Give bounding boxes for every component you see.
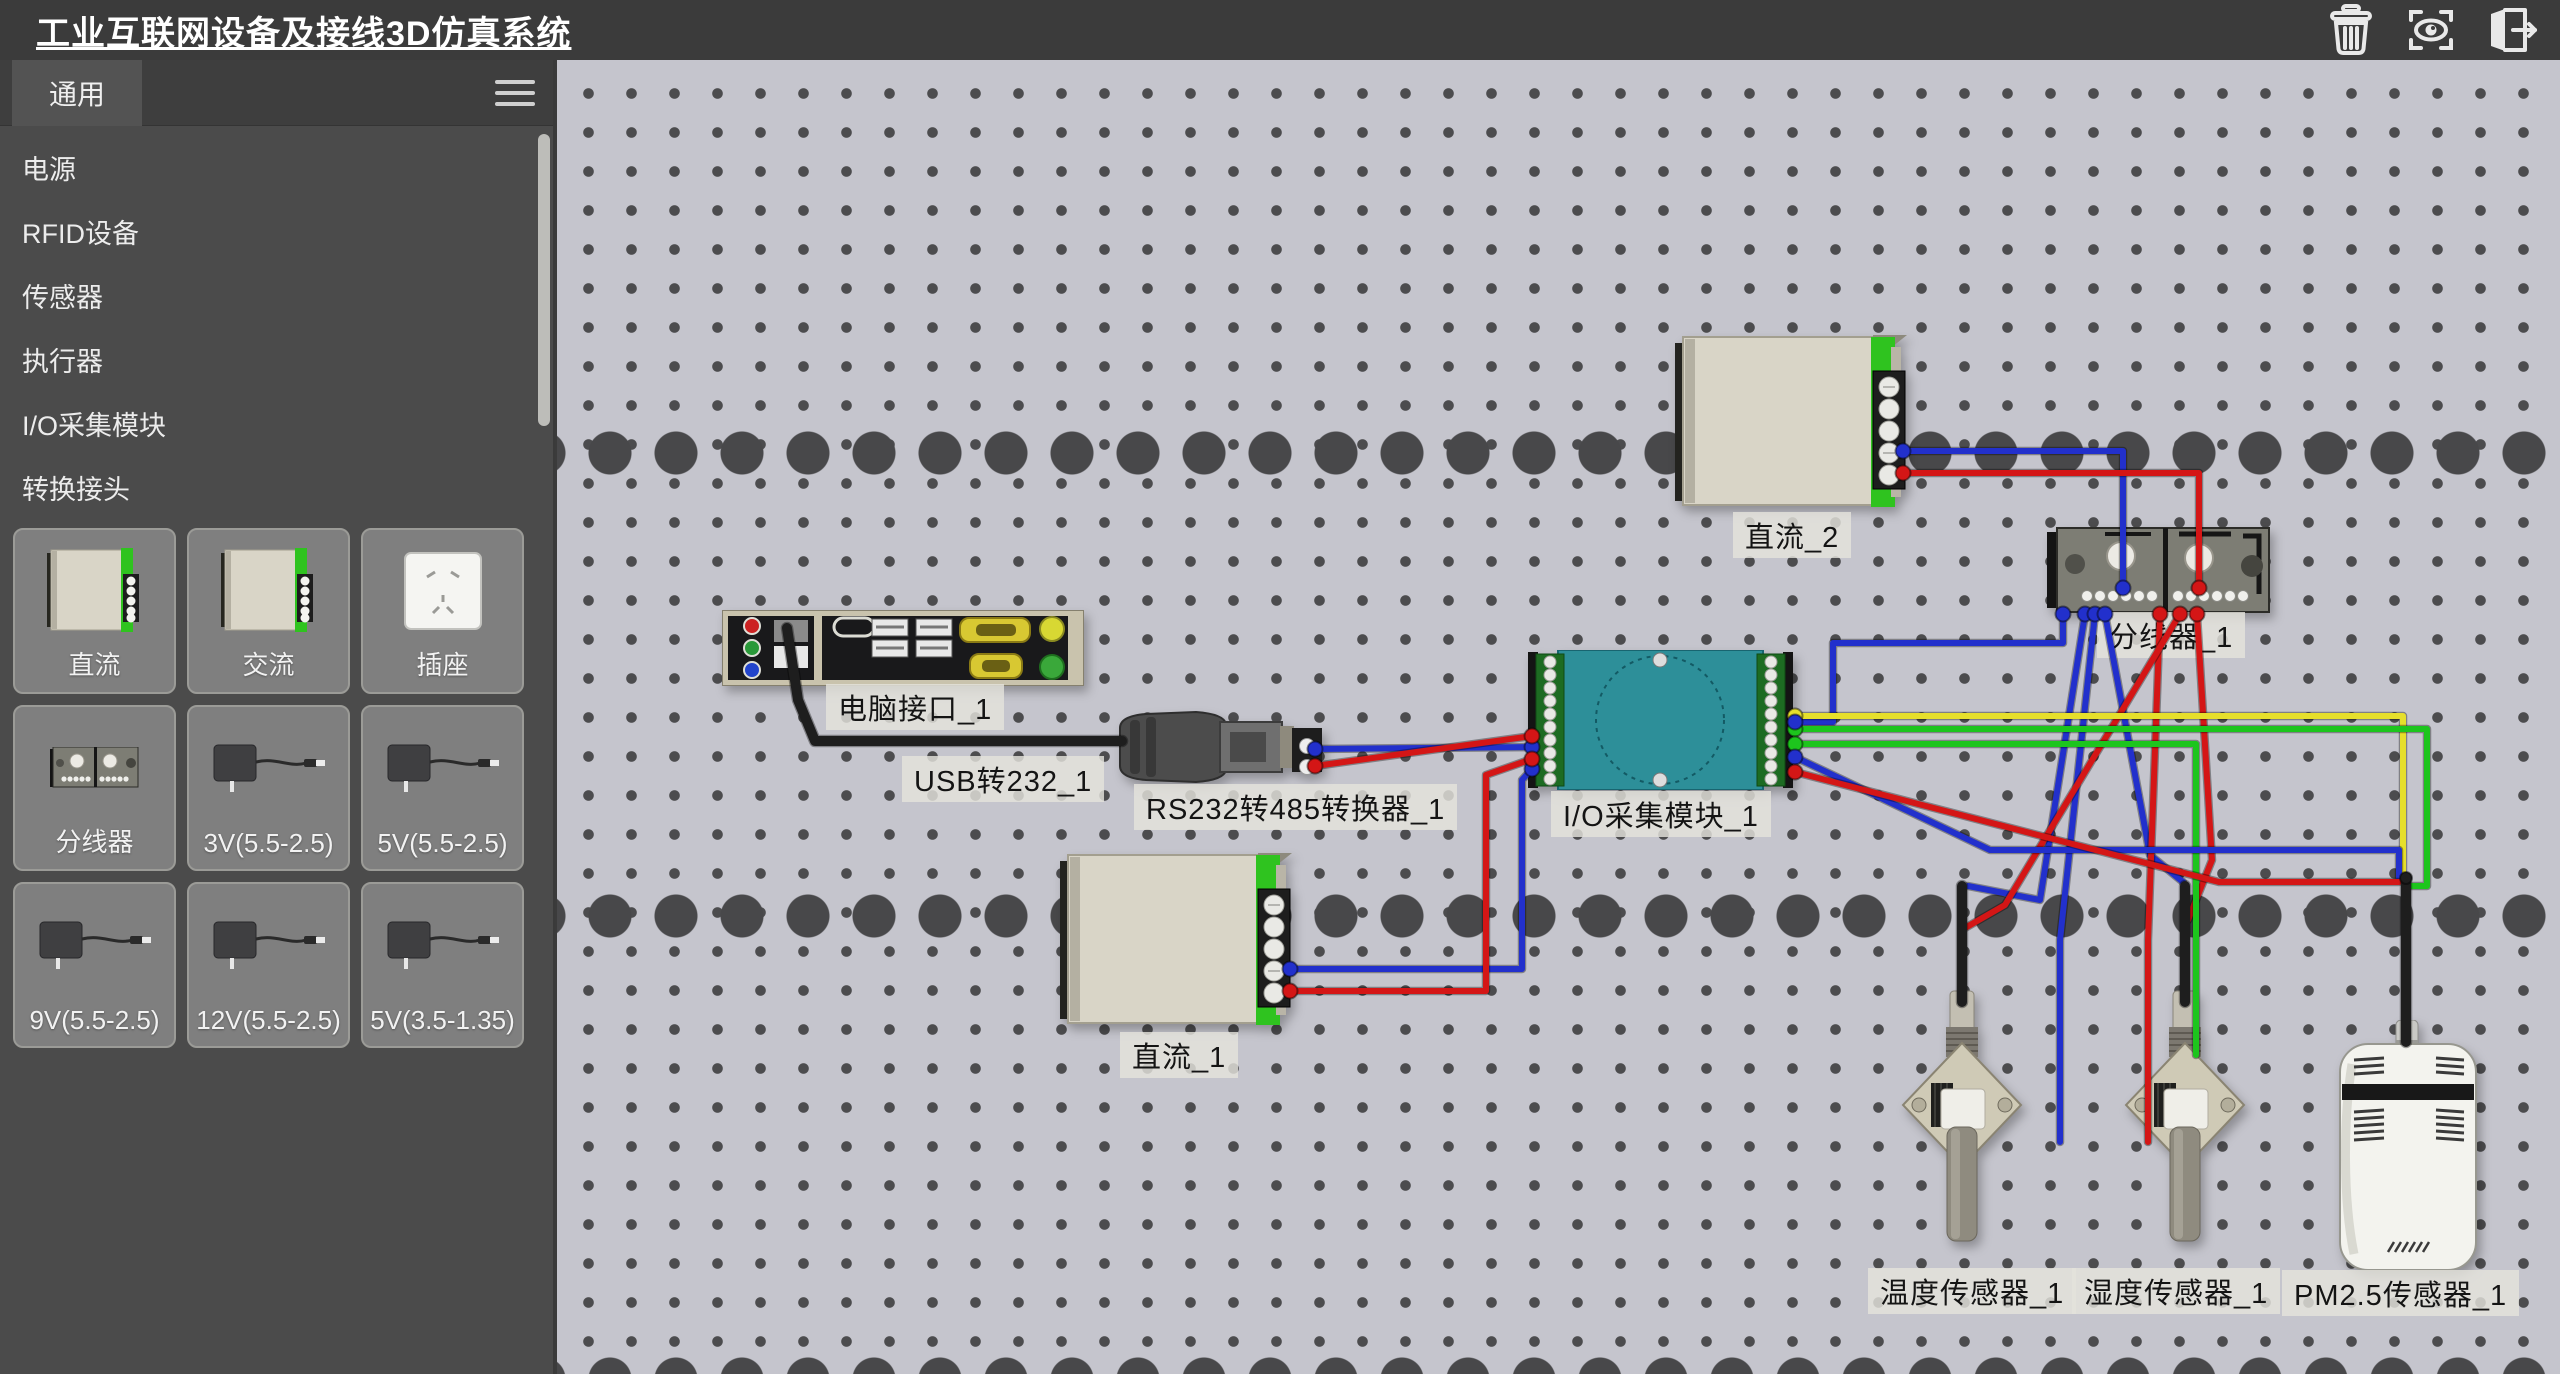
palette-tab-row: 通用 (0, 60, 553, 126)
sidebar-item-1[interactable]: RFID设备 (0, 202, 553, 266)
socket-device-icon (363, 538, 522, 643)
device-pc1[interactable] (722, 610, 1084, 691)
device-rs485[interactable] (1116, 710, 1324, 789)
palette-card-label: 3V(5.5-2.5) (189, 828, 348, 859)
device-dc1[interactable] (1060, 853, 1292, 1034)
view-eye-icon[interactable] (2402, 4, 2460, 56)
palette-card-label: 直流 (15, 645, 174, 682)
adapter-device-icon (363, 715, 522, 820)
device-label-temp1: 温度传感器_1 (1868, 1268, 2076, 1314)
app-title: 工业互联网设备及接线3D仿真系统 (36, 6, 571, 55)
palette-card-label: 插座 (363, 645, 522, 682)
palette-card-4[interactable]: 3V(5.5-2.5) (187, 705, 350, 871)
dc-device-icon (15, 538, 174, 643)
adapter-device-icon (15, 892, 174, 997)
sidebar-item-5[interactable]: 转换接头 (0, 458, 553, 522)
adapter-device-icon (363, 892, 522, 997)
device-layer: 直流_2 分线器_1 (557, 60, 2560, 1374)
splitter-device-icon (15, 715, 174, 820)
exit-icon[interactable] (2482, 4, 2540, 56)
palette-card-label: 9V(5.5-2.5) (15, 1005, 174, 1036)
tab-general[interactable]: 通用 (12, 60, 142, 126)
palette-card-6[interactable]: 9V(5.5-2.5) (13, 882, 176, 1048)
palette-card-1[interactable]: 交流 (187, 528, 350, 694)
adapter-device-icon (189, 715, 348, 820)
trash-icon[interactable] (2322, 4, 2380, 56)
device-label-rs485: RS232转485转换器_1 (1134, 784, 1457, 830)
category-menu: 电源RFID设备传感器执行器I/O采集模块转换接头 (0, 126, 553, 522)
palette-card-8[interactable]: 5V(3.5-1.35) (361, 882, 524, 1048)
sidebar-item-3[interactable]: 执行器 (0, 330, 553, 394)
palette-card-label: 12V(5.5-2.5) (189, 1005, 348, 1036)
device-label-usb232: USB转232_1 (902, 756, 1104, 802)
device-splitter1[interactable] (2047, 526, 2275, 619)
device-label-splitter1: 分线器_1 (2097, 612, 2245, 658)
device-dc2[interactable] (1675, 335, 1907, 516)
sidebar-item-0[interactable]: 电源 (0, 138, 553, 202)
device-label-io1: I/O采集模块_1 (1551, 791, 1771, 837)
device-hum1[interactable] (2120, 985, 2250, 1275)
palette-card-0[interactable]: 直流 (13, 528, 176, 694)
dc-device-icon (189, 538, 348, 643)
device-label-pc1: 电脑接口_1 (826, 684, 1004, 730)
palette-card-2[interactable]: 插座 (361, 528, 524, 694)
menu-scrollbar[interactable] (538, 134, 550, 426)
palette-card-label: 分线器 (15, 822, 174, 859)
palette-card-label: 5V(5.5-2.5) (363, 828, 522, 859)
sidebar-item-4[interactable]: I/O采集模块 (0, 394, 553, 458)
palette-card-7[interactable]: 12V(5.5-2.5) (187, 882, 350, 1048)
palette-card-label: 交流 (189, 645, 348, 682)
palette-cards: 直流 交流 插座 分线器 3V(5.5-2.5) (0, 522, 553, 1048)
menu-hamburger-icon[interactable] (495, 80, 535, 113)
device-label-pm25: PM2.5传感器_1 (2282, 1270, 2519, 1316)
sidebar-item-2[interactable]: 传感器 (0, 266, 553, 330)
device-label-dc2: 直流_2 (1733, 512, 1851, 558)
palette-card-label: 5V(3.5-1.35) (363, 1005, 522, 1036)
topbar-actions (2322, 4, 2540, 56)
device-palette-sidebar: 通用 电源RFID设备传感器执行器I/O采集模块转换接头 直流 交流 插座 (0, 60, 555, 1374)
palette-card-3[interactable]: 分线器 (13, 705, 176, 871)
palette-card-5[interactable]: 5V(5.5-2.5) (361, 705, 524, 871)
adapter-device-icon (189, 892, 348, 997)
title-bar: 工业互联网设备及接线3D仿真系统 (0, 0, 2560, 60)
wiring-canvas[interactable]: 直流_2 分线器_1 (557, 60, 2560, 1374)
device-label-hum1: 湿度传感器_1 (2072, 1268, 2280, 1314)
device-temp1[interactable] (1897, 985, 2027, 1275)
device-io1[interactable] (1528, 650, 1793, 795)
device-pm25[interactable] (2338, 1020, 2480, 1277)
device-label-dc1: 直流_1 (1120, 1032, 1238, 1078)
